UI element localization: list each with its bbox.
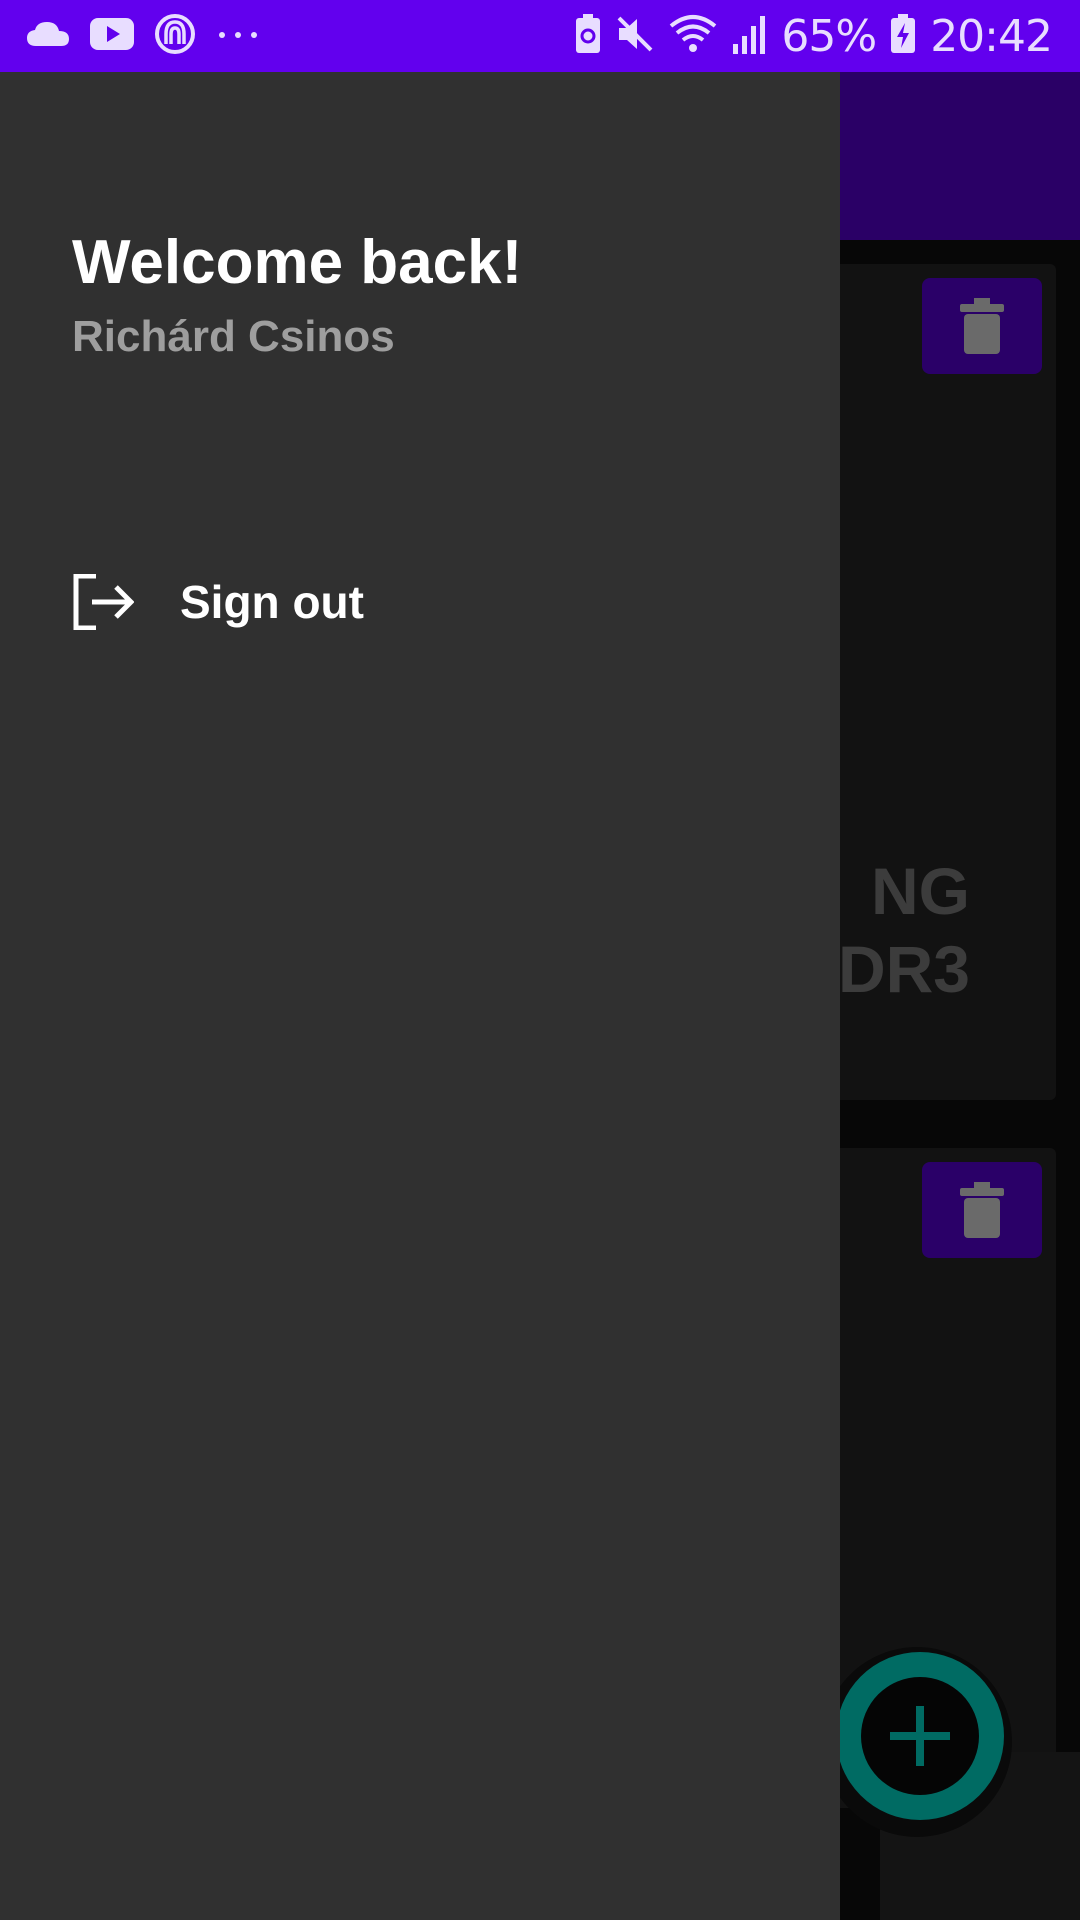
plus-icon (890, 1706, 950, 1766)
status-bar: 65% 20:42 (0, 0, 1080, 72)
youtube-icon (90, 17, 134, 55)
wifi-icon (669, 14, 717, 59)
menu-item-sign-out[interactable]: Sign out (0, 532, 840, 672)
drawer-username: Richárd Csinos (72, 312, 395, 361)
cloud-icon (26, 20, 70, 53)
trash-icon (960, 298, 1004, 354)
delete-button[interactable] (922, 1162, 1042, 1258)
battery-percent: 65% (781, 10, 877, 62)
drawer-title: Welcome back! (72, 228, 523, 297)
battery-saver-icon (575, 13, 601, 59)
card-title-line-1: NG (871, 854, 970, 928)
cell-signal-icon (731, 14, 767, 59)
add-fab[interactable] (836, 1652, 1004, 1820)
status-bar-right: 65% 20:42 (575, 0, 1053, 72)
battery-charging-icon (890, 13, 916, 59)
menu-item-label: Sign out (180, 576, 364, 628)
delete-button[interactable] (922, 278, 1042, 374)
trash-icon (960, 1182, 1004, 1238)
sign-out-icon (72, 573, 135, 631)
navigation-drawer: Welcome back! Richárd Csinos Sign out (0, 72, 840, 1920)
status-bar-left (26, 0, 260, 72)
add-fab-inner (861, 1677, 979, 1795)
clock: 20:42 (930, 10, 1053, 62)
screen: 65% 20:42 NG DDR3 1 (0, 0, 1080, 1920)
more-dots-icon (216, 27, 260, 45)
signal-app-icon (154, 13, 196, 60)
mute-icon (615, 14, 655, 59)
